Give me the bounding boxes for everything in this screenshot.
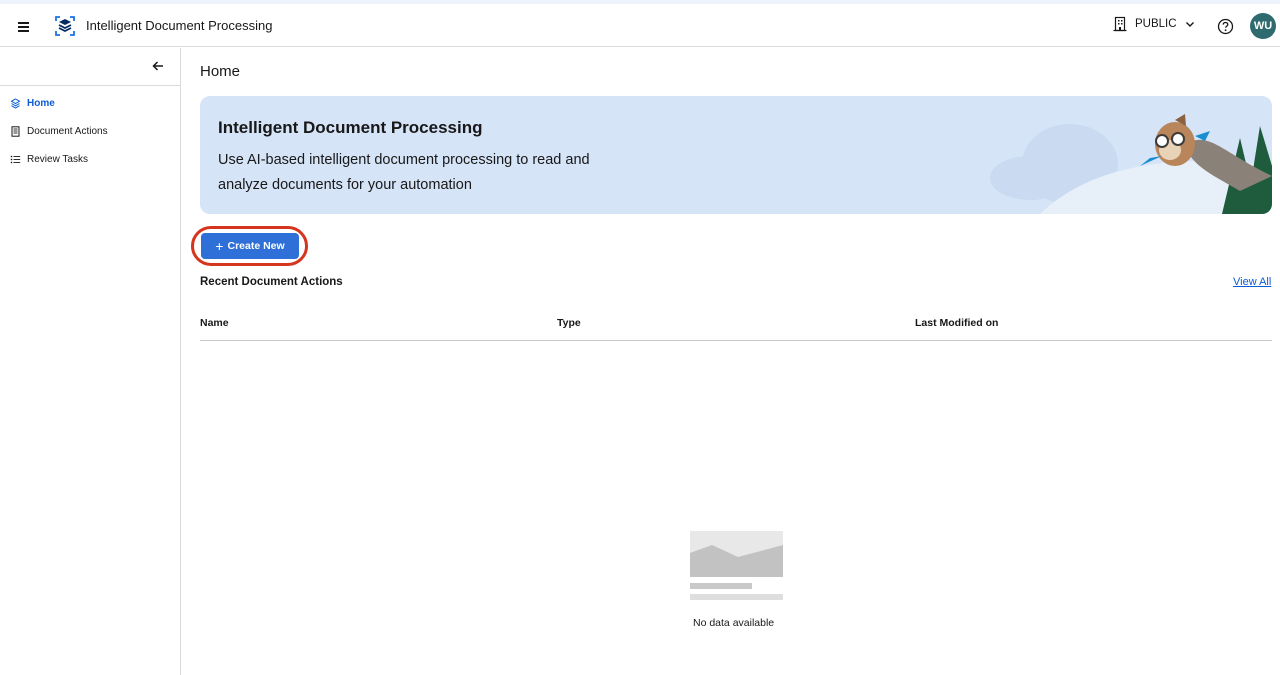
sidebar-item-label: Document Actions bbox=[27, 126, 108, 137]
empty-state-text: No data available bbox=[693, 617, 775, 629]
org-switcher[interactable]: PUBLIC bbox=[1113, 16, 1195, 32]
sidebar: Home Document Actions Review Tasks bbox=[0, 48, 181, 675]
avatar[interactable]: WU bbox=[1250, 13, 1276, 39]
banner-description: Use AI-based intelligent document proces… bbox=[218, 152, 590, 193]
create-new-button[interactable]: + Create New bbox=[201, 233, 299, 259]
help-icon[interactable] bbox=[1217, 18, 1234, 35]
sidebar-item-review-tasks[interactable]: Review Tasks bbox=[10, 154, 88, 165]
org-name: PUBLIC bbox=[1135, 18, 1177, 30]
menu-icon[interactable] bbox=[14, 17, 34, 35]
create-new-label: Create New bbox=[227, 240, 285, 252]
chevron-down-icon bbox=[1185, 22, 1194, 27]
app-title: Intelligent Document Processing bbox=[86, 18, 273, 33]
app-header: Intelligent Document Processing PUBLIC W… bbox=[0, 4, 1280, 47]
sidebar-divider bbox=[0, 85, 180, 86]
list-icon bbox=[10, 155, 21, 164]
sidebar-item-label: Home bbox=[27, 98, 55, 109]
sidebar-item-label: Review Tasks bbox=[27, 154, 88, 165]
column-header-type[interactable]: Type bbox=[557, 317, 581, 329]
app-logo-icon bbox=[55, 16, 75, 36]
hero-banner: Intelligent Document Processing Use AI-b… bbox=[200, 96, 1272, 214]
recent-actions-title: Recent Document Actions bbox=[200, 276, 343, 288]
view-all-link[interactable]: View All bbox=[1233, 276, 1271, 288]
plus-icon: + bbox=[215, 238, 224, 254]
arrow-left-icon[interactable] bbox=[150, 58, 166, 74]
banner-title: Intelligent Document Processing bbox=[218, 118, 483, 137]
sidebar-item-home[interactable]: Home bbox=[10, 98, 55, 109]
page-title: Home bbox=[200, 63, 241, 80]
document-icon bbox=[11, 126, 20, 137]
table-header-divider bbox=[200, 340, 1272, 341]
column-header-name[interactable]: Name bbox=[200, 317, 229, 329]
empty-state-icon bbox=[690, 531, 783, 600]
home-icon bbox=[10, 98, 21, 109]
building-icon bbox=[1113, 16, 1127, 32]
sidebar-item-document-actions[interactable]: Document Actions bbox=[10, 126, 108, 137]
column-header-last-modified[interactable]: Last Modified on bbox=[915, 317, 998, 329]
